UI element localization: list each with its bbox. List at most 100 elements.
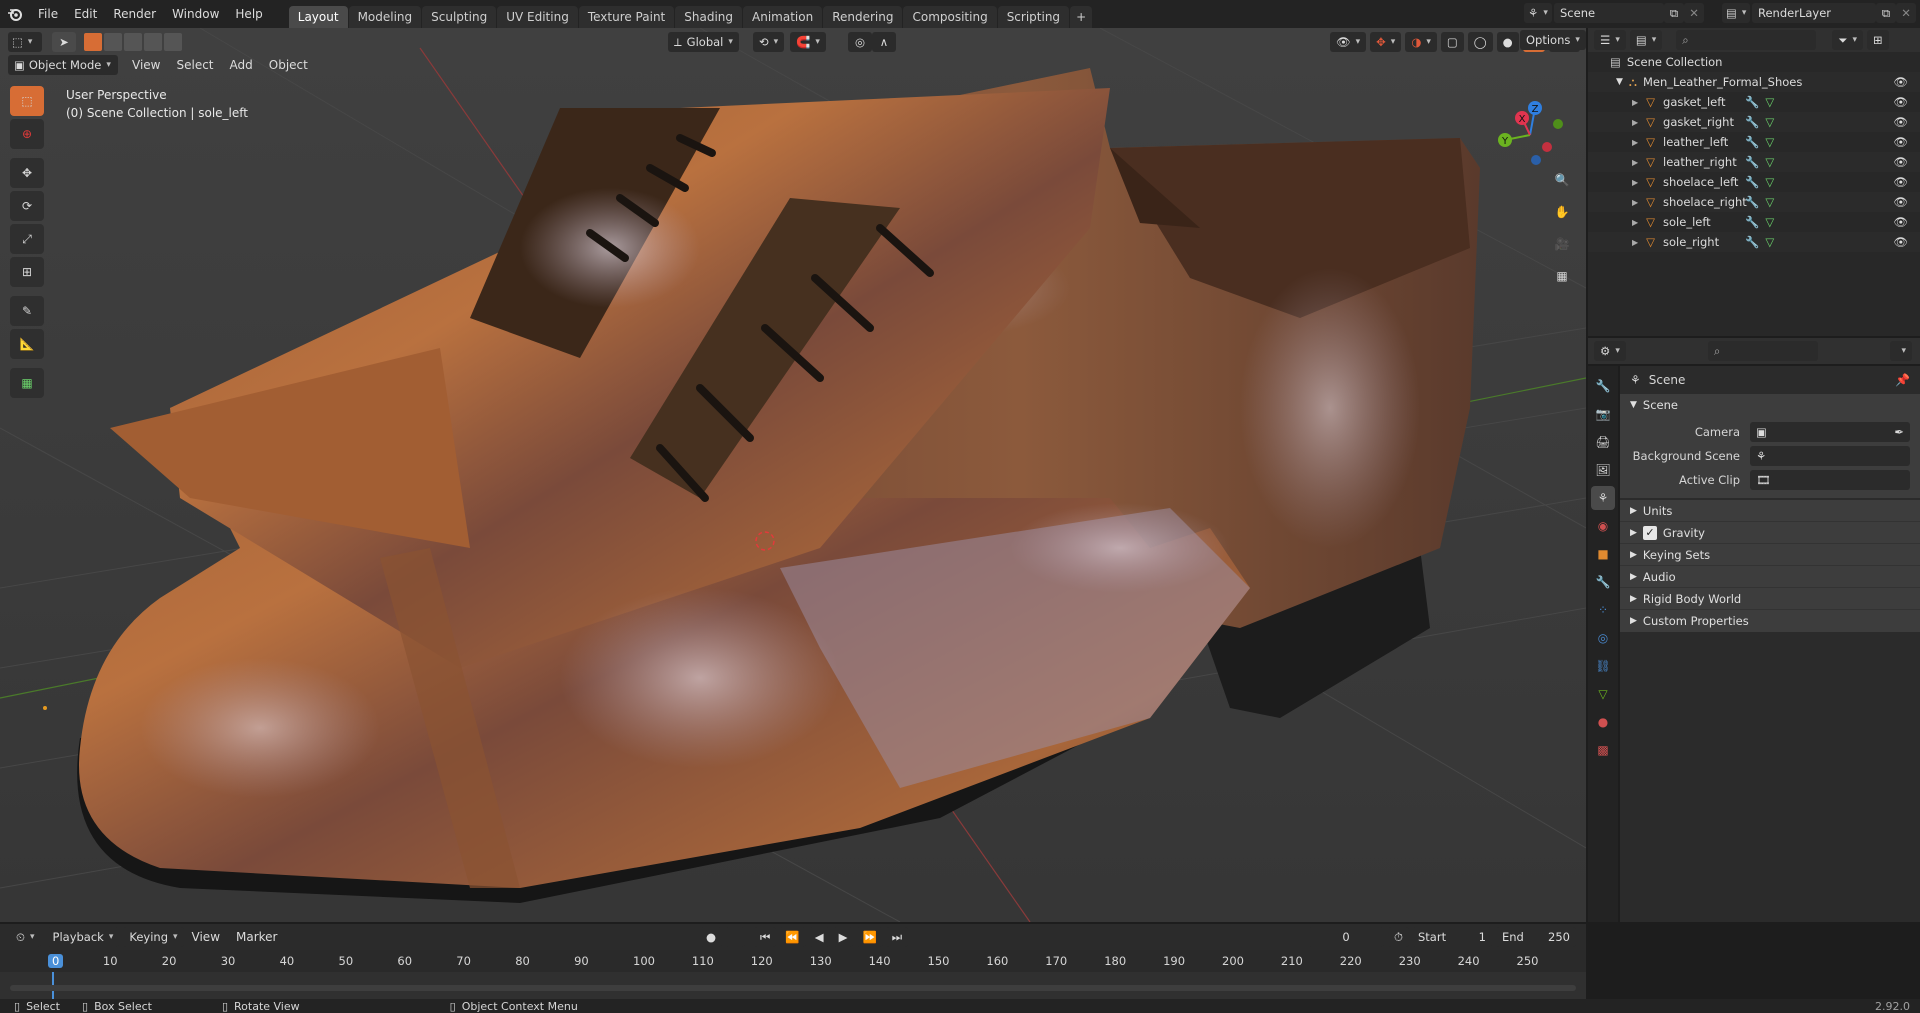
eye-icon[interactable]: 👁: [1893, 115, 1908, 129]
menu-render[interactable]: Render: [105, 7, 164, 21]
select-box-tool-icon[interactable]: ⬚: [10, 86, 44, 116]
outliner-object-row[interactable]: ▶ ▽ sole_right 🔧 ▽ 👁: [1588, 232, 1920, 252]
editor-type-button[interactable]: ⬚: [8, 32, 42, 52]
modifier-wrench-icon[interactable]: 🔧: [1745, 95, 1759, 109]
select-extend-icon[interactable]: [104, 33, 122, 51]
eye-icon[interactable]: 👁: [1893, 95, 1908, 109]
expand-arrow-icon[interactable]: ▶: [1632, 138, 1638, 147]
outliner-object-row[interactable]: ▶ ▽ leather_right 🔧 ▽ 👁: [1588, 152, 1920, 172]
new-view-layer-icon[interactable]: ⧉: [1876, 3, 1896, 23]
mesh-data-icon[interactable]: ▽: [1765, 135, 1774, 149]
move-tool-icon[interactable]: ✥: [10, 158, 44, 188]
select-tool-icon[interactable]: ➤: [52, 32, 76, 52]
timeline-track-area[interactable]: [0, 972, 1586, 1000]
add-cube-tool-icon[interactable]: ▦: [10, 368, 44, 398]
rotate-tool-icon[interactable]: ⟳: [10, 191, 44, 221]
outliner-object-row[interactable]: ▶ ▽ gasket_left 🔧 ▽ 👁: [1588, 92, 1920, 112]
select-subtract-icon[interactable]: [124, 33, 142, 51]
mesh-data-icon[interactable]: ▽: [1765, 155, 1774, 169]
close-icon[interactable]: ✕: [1896, 3, 1916, 23]
gravity-checkbox[interactable]: ✓: [1642, 525, 1657, 540]
scale-tool-icon[interactable]: ⤢: [10, 224, 44, 254]
eye-icon[interactable]: 👁: [1893, 155, 1908, 169]
eye-icon[interactable]: 👁: [1893, 175, 1908, 189]
camera-view-icon[interactable]: 🎥: [1550, 232, 1574, 256]
tool-tab-icon[interactable]: 🔧: [1591, 374, 1615, 398]
mesh-data-icon[interactable]: ▽: [1765, 215, 1774, 229]
texture-tab-icon[interactable]: ▩: [1591, 738, 1615, 762]
tab-texture-paint[interactable]: Texture Paint: [578, 6, 675, 28]
select-intersect-icon[interactable]: [164, 33, 182, 51]
modifier-wrench-icon[interactable]: 🔧: [1745, 235, 1759, 249]
active-clip-field[interactable]: 🎞: [1750, 470, 1910, 490]
pin-icon[interactable]: 📌: [1895, 373, 1910, 387]
custom-properties-panel[interactable]: ▶ Custom Properties: [1620, 610, 1920, 632]
properties-search-input[interactable]: ⌕: [1707, 341, 1818, 361]
start-frame-field[interactable]: Start 1: [1412, 927, 1492, 947]
tab-sculpting[interactable]: Sculpting: [422, 6, 497, 28]
expand-arrow-icon[interactable]: ▶: [1632, 198, 1638, 207]
viewport-menu-add[interactable]: Add: [222, 58, 261, 72]
object-tab-icon[interactable]: ■: [1591, 542, 1615, 566]
tab-scripting[interactable]: Scripting: [997, 6, 1070, 28]
annotate-tool-icon[interactable]: ✎: [10, 296, 44, 326]
transform-tool-icon[interactable]: ⊞: [10, 257, 44, 287]
scene-tab-icon[interactable]: ⚘: [1591, 486, 1615, 510]
cursor-tool-icon[interactable]: ⊕: [10, 119, 44, 149]
view-layer-browse-button[interactable]: ▤: [1722, 3, 1750, 23]
menu-edit[interactable]: Edit: [66, 7, 105, 21]
timeline-scrollbar[interactable]: [10, 985, 1576, 991]
auto-keying-icon[interactable]: [725, 927, 746, 947]
outliner-object-row[interactable]: ▶ ▽ shoelace_left 🔧 ▽ 👁: [1588, 172, 1920, 192]
mode-dropdown[interactable]: ▣ Object Mode: [8, 55, 118, 75]
viewport-menu-view[interactable]: View: [124, 58, 168, 72]
prev-keyframe-icon[interactable]: ⏪: [779, 927, 806, 947]
menu-window[interactable]: Window: [164, 7, 227, 21]
mesh-data-icon[interactable]: ▽: [1765, 235, 1774, 249]
options-dropdown[interactable]: Options: [1520, 30, 1586, 50]
units-panel[interactable]: ▶ Units: [1620, 500, 1920, 522]
audio-panel[interactable]: ▶ Audio: [1620, 566, 1920, 588]
visibility-icon[interactable]: 👁: [1330, 32, 1367, 52]
timeline-menu-marker[interactable]: Marker: [228, 930, 285, 944]
record-icon[interactable]: ●: [700, 927, 723, 947]
rigid-body-world-panel[interactable]: ▶ Rigid Body World: [1620, 588, 1920, 610]
expand-arrow-icon[interactable]: ▼: [1616, 77, 1623, 87]
scene-name-field[interactable]: Scene: [1554, 3, 1664, 23]
play-icon[interactable]: ▶: [832, 927, 854, 947]
scene-panel-header[interactable]: ▼ Scene: [1620, 394, 1920, 416]
expand-arrow-icon[interactable]: ▶: [1632, 238, 1638, 247]
material-tab-icon[interactable]: ●: [1591, 710, 1615, 734]
physics-tab-icon[interactable]: ◎: [1591, 626, 1615, 650]
measure-tool-icon[interactable]: 📐: [10, 329, 44, 359]
eye-icon[interactable]: 👁: [1893, 235, 1908, 249]
view-layer-tab-icon[interactable]: 🖼: [1591, 458, 1615, 482]
next-keyframe-icon[interactable]: ⏩: [856, 927, 883, 947]
play-reverse-icon[interactable]: ◀: [808, 927, 830, 947]
3d-viewport[interactable]: Z Y X: [0, 28, 1586, 922]
timeline-editor-type-button[interactable]: ⏲: [10, 927, 41, 947]
display-mode-button[interactable]: ▤: [1629, 30, 1663, 50]
outliner-object-row[interactable]: ▶ ▽ sole_left 🔧 ▽ 👁: [1588, 212, 1920, 232]
mesh-data-icon[interactable]: ▽: [1765, 115, 1774, 129]
mesh-data-icon[interactable]: ▽: [1765, 175, 1774, 189]
outliner-editor-type-button[interactable]: ☰: [1594, 30, 1626, 50]
properties-options-button[interactable]: [1890, 341, 1912, 361]
pan-hand-icon[interactable]: ✋: [1550, 200, 1574, 224]
render-tab-icon[interactable]: 📷: [1591, 402, 1615, 426]
viewport-menu-select[interactable]: Select: [168, 58, 221, 72]
expand-arrow-icon[interactable]: ▶: [1632, 98, 1638, 107]
tab-uv-editing[interactable]: UV Editing: [497, 6, 578, 28]
background-scene-field[interactable]: ⚘: [1750, 446, 1910, 466]
eyedropper-icon[interactable]: ✒: [1894, 425, 1904, 439]
outliner-root[interactable]: ▤ Scene Collection: [1588, 52, 1920, 72]
outliner-object-row[interactable]: ▶ ▽ shoelace_right 🔧 ▽ 👁: [1588, 192, 1920, 212]
filter-icon[interactable]: ⏷: [1832, 30, 1863, 50]
end-frame-field[interactable]: End 250: [1496, 927, 1576, 947]
eye-icon[interactable]: 👁: [1893, 215, 1908, 229]
viewport-menu-object[interactable]: Object: [261, 58, 316, 72]
particles-tab-icon[interactable]: ⁘: [1591, 598, 1615, 622]
new-collection-icon[interactable]: ⊞: [1866, 30, 1889, 50]
blender-logo-icon[interactable]: [0, 0, 30, 28]
tab-compositing[interactable]: Compositing: [903, 6, 997, 28]
